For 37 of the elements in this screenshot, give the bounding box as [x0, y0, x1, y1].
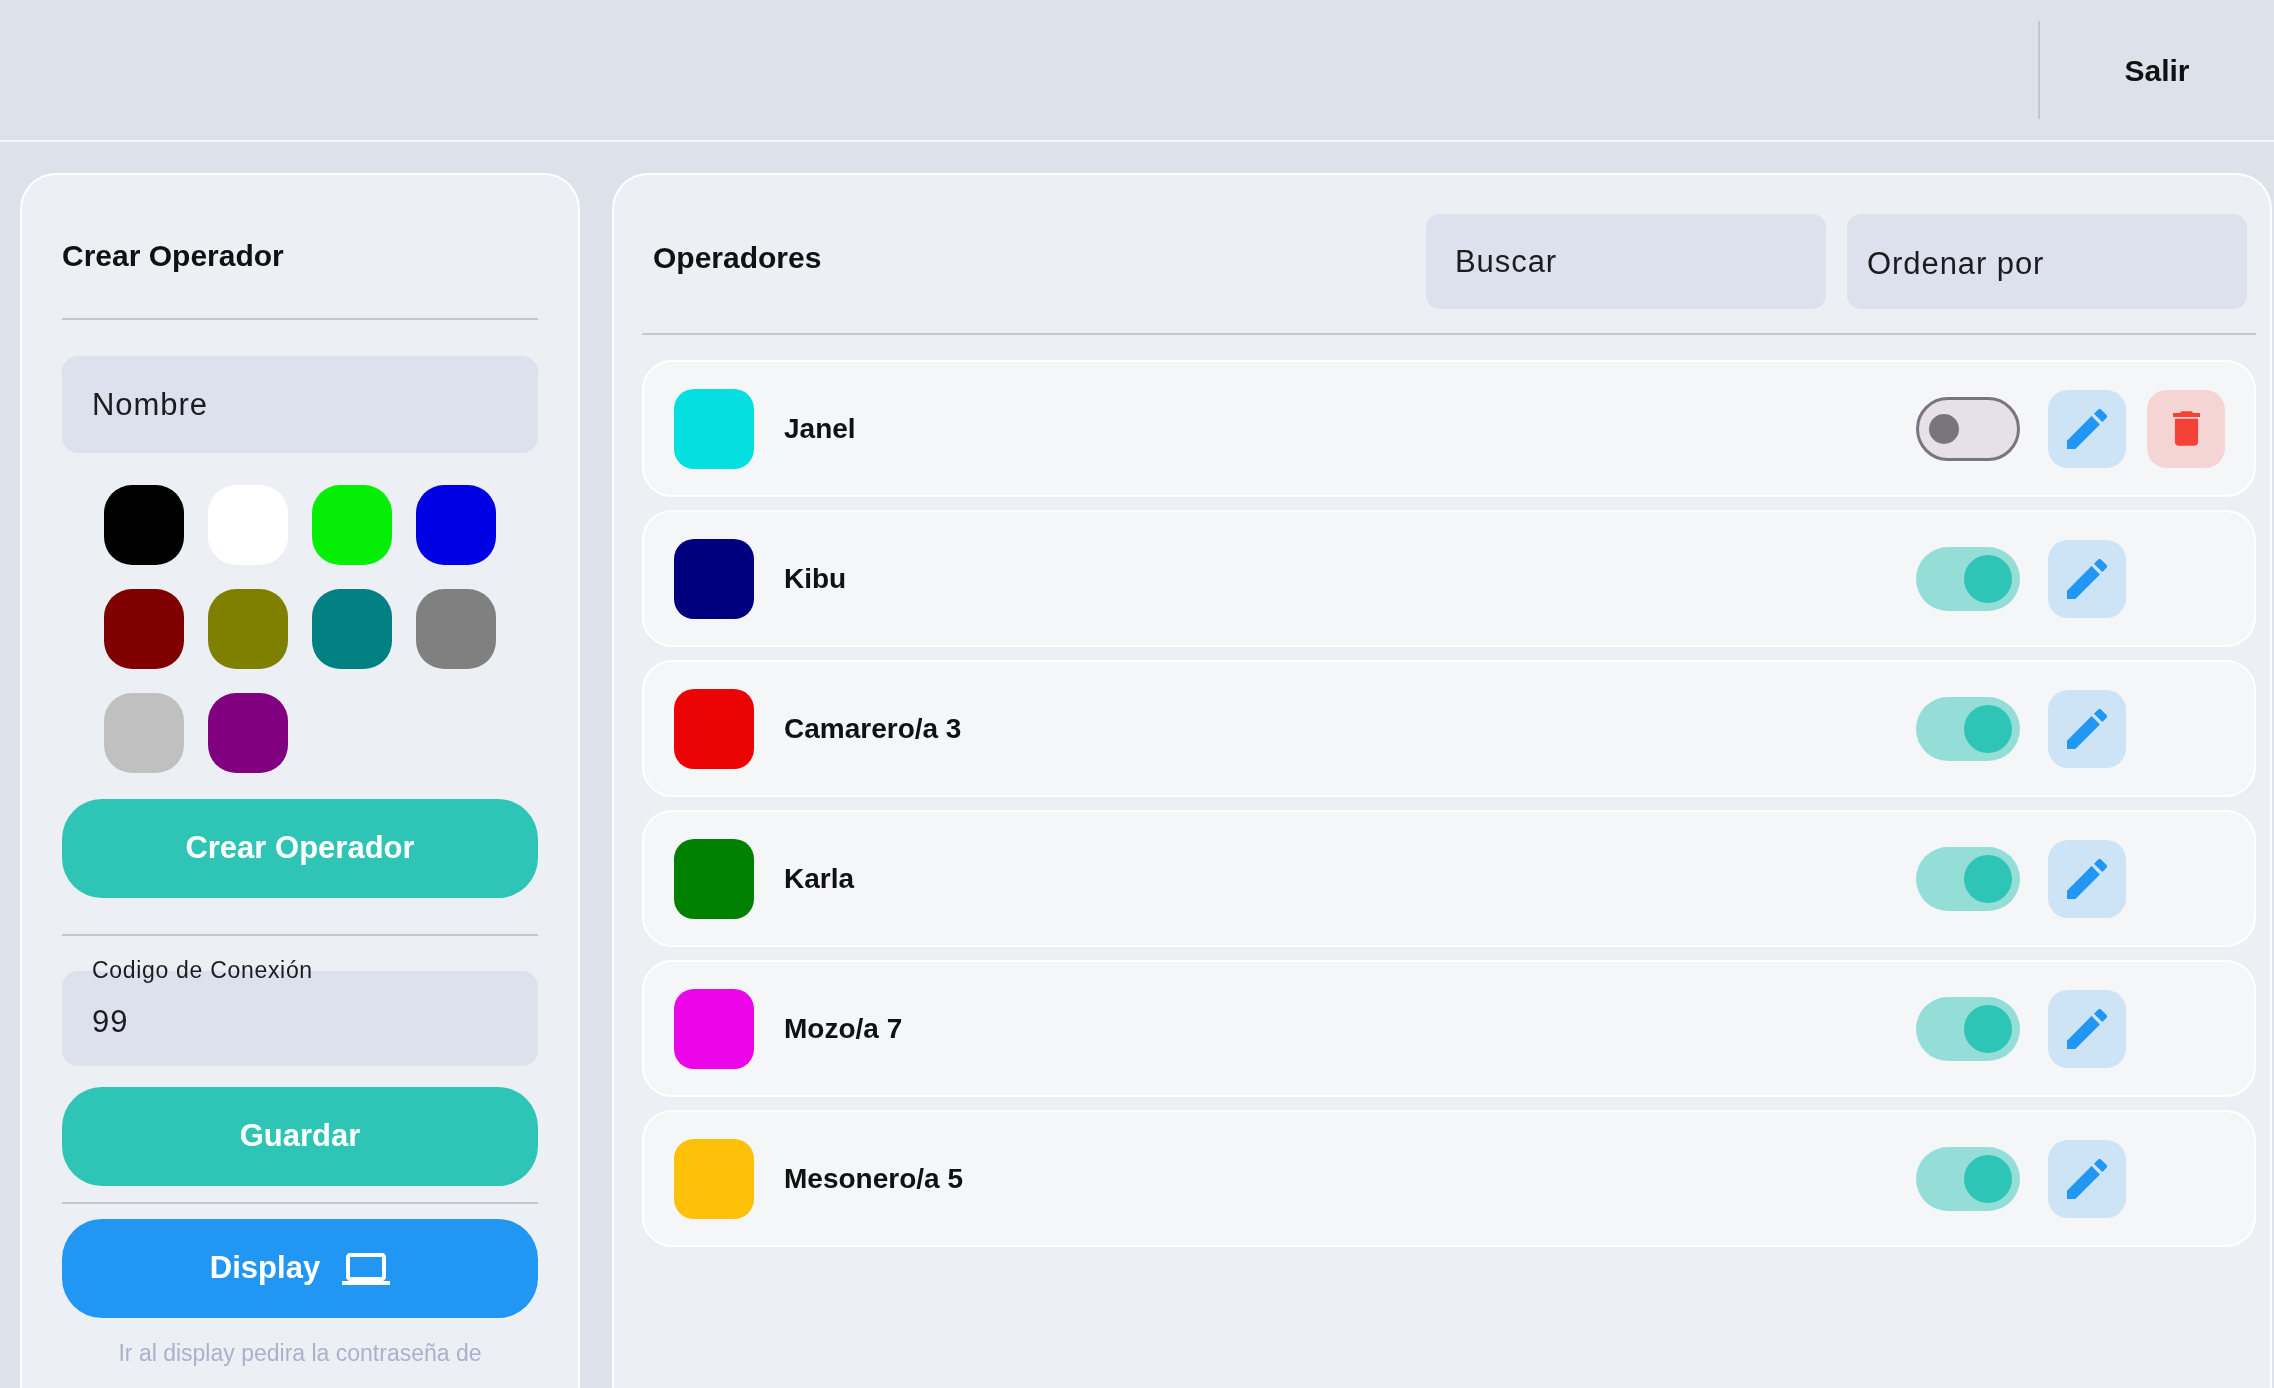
edit-button[interactable] — [2048, 689, 2126, 768]
pencil-icon — [2067, 408, 2107, 449]
edit-button[interactable] — [2048, 389, 2126, 468]
swatch-icon[interactable] — [104, 693, 184, 773]
search-field[interactable]: Buscar — [1426, 214, 1826, 309]
pencil-icon — [2067, 858, 2107, 899]
swatch-icon[interactable] — [312, 485, 392, 565]
panel-title: Operadores — [653, 240, 822, 276]
swatch-icon[interactable] — [416, 485, 496, 565]
swatch-icon[interactable] — [104, 485, 184, 565]
pencil-icon — [2067, 558, 2107, 599]
swatch-icon[interactable] — [104, 589, 184, 669]
delete-button[interactable] — [2147, 389, 2225, 468]
trash-icon — [2172, 410, 2200, 447]
pencil-icon — [2067, 708, 2107, 749]
name-field[interactable]: Nombre — [62, 356, 538, 453]
hint-text: Ir al display pedira la contraseña de — [117, 1339, 483, 1368]
swatch-icon[interactable] — [208, 693, 288, 773]
operator-name: Janel — [784, 411, 856, 446]
operator-name: Karla — [784, 861, 855, 896]
edit-button[interactable] — [2048, 839, 2126, 918]
pencil-icon — [2067, 1158, 2107, 1199]
operator-name: Mozo/a 7 — [784, 1011, 903, 1046]
logout-button[interactable]: Salir — [2110, 37, 2204, 103]
swatch-icon[interactable] — [312, 589, 392, 669]
edit-button[interactable] — [2048, 1139, 2126, 1218]
swatch-icon[interactable] — [416, 589, 496, 669]
sort-dropdown[interactable]: Ordenar por — [1847, 214, 2247, 309]
operator-name: Kibu — [784, 561, 847, 596]
operator-name: Mesonero/a 5 — [784, 1161, 963, 1196]
edit-button[interactable] — [2048, 989, 2126, 1068]
swatch-icon[interactable] — [208, 589, 288, 669]
pencil-icon — [2067, 1008, 2107, 1049]
edit-button[interactable] — [2048, 539, 2126, 618]
operator-name: Camarero/a 3 — [784, 711, 962, 746]
laptop-icon — [342, 1252, 391, 1285]
panel-title: Crear Operador — [62, 238, 285, 274]
